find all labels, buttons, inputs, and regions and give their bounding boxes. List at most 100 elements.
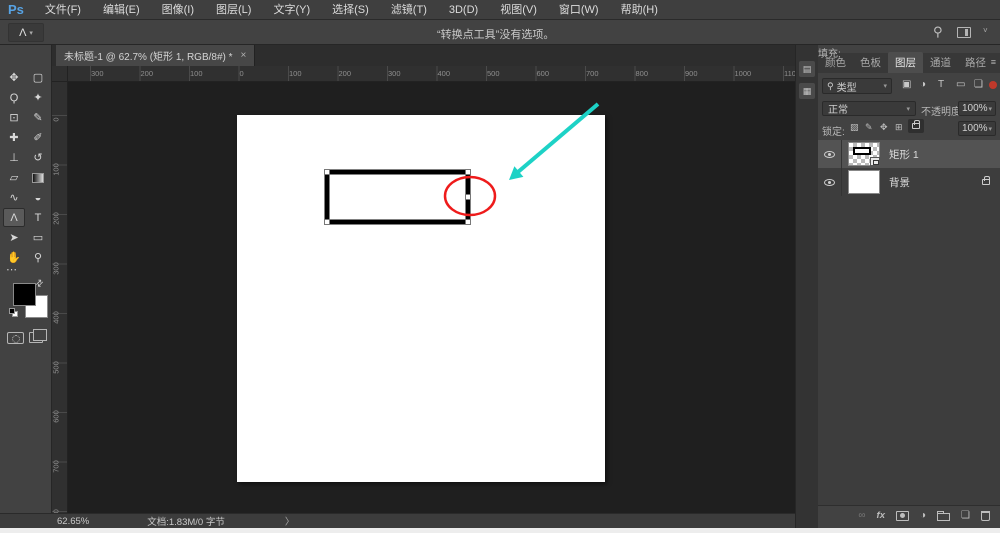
lock-pixels-icon[interactable]: ✎ (865, 122, 873, 133)
menu-item-8[interactable]: 视图(V) (489, 4, 548, 16)
document-tab-strip: 未标题-1 @ 62.7% (矩形 1, RGB/8#) * × (52, 45, 795, 66)
menu-item-5[interactable]: 选择(S) (321, 4, 380, 16)
link-layers-icon[interactable]: ∞ (858, 510, 865, 521)
rectangular-marquee-tool-icon: ▢ (32, 72, 44, 84)
layer-visibility-cell[interactable] (818, 140, 842, 168)
panel-menu-icon[interactable]: ≡ (991, 57, 996, 67)
eye-icon (824, 178, 835, 186)
filter-shape-layers-icon[interactable]: ▭ (956, 79, 965, 90)
h-ruler-label: 800 (635, 69, 649, 78)
rectangle-shape-tool-icon: ▭ (32, 232, 44, 244)
workspace-switcher-icon[interactable] (957, 27, 971, 38)
menu-item-3[interactable]: 图层(L) (205, 4, 262, 16)
history-brush-tool[interactable]: ↺ (27, 148, 49, 167)
delete-layer-icon[interactable] (981, 510, 990, 521)
photoshop-logo: Ps (8, 2, 24, 17)
screen-mode-button[interactable] (29, 329, 47, 343)
filter-smart-objects-icon[interactable]: ❏ (974, 79, 983, 90)
layer-row-背景[interactable]: 背景 (818, 168, 1000, 196)
move-tool[interactable]: ✥ (3, 68, 25, 87)
eyedropper-tool[interactable]: ✎ (27, 108, 49, 127)
filter-adjustment-layers-icon[interactable]: ◑ (920, 79, 926, 90)
layer-row-矩形 1[interactable]: 矩形 1 (818, 140, 1000, 168)
edit-toolbar-ellipsis[interactable]: ⋯ (6, 263, 18, 276)
smudge-tool[interactable]: ∿ (3, 188, 25, 207)
quick-mask-button[interactable] (7, 332, 24, 344)
lasso-tool[interactable]: Ϙ (3, 88, 25, 107)
layers-panel-footer: ∞ fx ◑ ❏ (818, 505, 1000, 525)
path-selection-tool[interactable]: ➤ (3, 228, 25, 247)
crop-tool[interactable]: ⊡ (3, 108, 25, 127)
zoom-tool[interactable]: ⚲ (27, 248, 49, 267)
filter-type-layers-icon[interactable]: T (938, 79, 944, 90)
fill-value-select[interactable]: 100% ▾ (958, 121, 996, 136)
menu-item-9[interactable]: 窗口(W) (548, 4, 610, 16)
layer-visibility-cell[interactable] (818, 168, 842, 196)
panel-tab-路径[interactable]: 路径 (958, 52, 993, 73)
search-icon: ⚲ (827, 80, 834, 91)
v-ruler-label: 400 (52, 311, 61, 324)
menu-item-4[interactable]: 文字(Y) (262, 4, 321, 16)
document-canvas[interactable] (237, 115, 605, 482)
layer-thumbnail[interactable] (848, 142, 880, 166)
canvas-area[interactable]: 300 200 100 0 100 200 300 400 500 600 700 800 900 100… (52, 66, 795, 513)
layer-thumbnail[interactable] (848, 170, 880, 194)
new-layer-icon[interactable]: ❏ (961, 510, 970, 521)
close-icon[interactable]: × (241, 50, 247, 61)
move-tool-icon: ✥ (9, 72, 19, 84)
quick-selection-tool[interactable]: ✦ (27, 88, 49, 107)
v-ruler-label: 0 (52, 117, 61, 122)
default-colors-icon[interactable] (9, 308, 19, 318)
document-tab[interactable]: 未标题-1 @ 62.7% (矩形 1, RGB/8#) * × (56, 45, 256, 66)
rectangle-shape-tool[interactable]: ▭ (27, 228, 49, 247)
rectangular-marquee-tool[interactable]: ▢ (27, 68, 49, 87)
chevron-down-icon[interactable]: ˅ (983, 26, 988, 35)
lock-all-button[interactable] (908, 119, 924, 133)
convert-point-tool[interactable]: Λ (3, 208, 25, 227)
gradient-tool[interactable] (27, 168, 49, 187)
lock-artboard-icon[interactable]: ⊞ (895, 122, 903, 133)
dock-panel-icon-1[interactable]: ▤ (799, 61, 815, 77)
dodge-tool[interactable]: ◒ (27, 188, 49, 207)
healing-brush-tool-icon: ✚ (9, 132, 19, 144)
layer-filter-type-select[interactable]: ⚲ 类型 ▾ (822, 78, 892, 94)
panel-tab-图层[interactable]: 图层 (888, 52, 923, 73)
clone-stamp-tool[interactable]: ⊥ (3, 148, 25, 167)
blend-mode-select[interactable]: 正常 ▾ (822, 101, 916, 116)
panel-tab-色板[interactable]: 色板 (853, 52, 888, 73)
clone-stamp-tool-icon: ⊥ (9, 152, 19, 164)
lock-position-icon[interactable]: ✥ (880, 122, 888, 133)
add-layer-mask-icon[interactable] (895, 510, 909, 521)
horizontal-ruler: 300 200 100 0 100 200 300 400 500 600 700 800 900 100… (68, 66, 795, 82)
menu-item-7[interactable]: 3D(D) (438, 4, 489, 16)
tool-options-message: “转换点工具”没有选项。 (437, 29, 555, 41)
new-group-icon[interactable] (937, 511, 951, 521)
menu-item-2[interactable]: 图像(I) (151, 4, 205, 16)
eraser-tool[interactable]: ▱ (3, 168, 25, 187)
layer-filter-toggle[interactable] (989, 81, 997, 89)
h-ruler-label: 100 (190, 69, 203, 78)
path-selection-tool-icon: ➤ (9, 232, 19, 244)
current-tool-button[interactable]: Λ ▾ (8, 23, 44, 42)
adjustment-layer-icon[interactable]: ◑ (920, 510, 926, 521)
panel-tab-通道[interactable]: 通道 (923, 52, 958, 73)
eyedropper-tool-icon: ✎ (33, 112, 43, 124)
lock-transparent-icon[interactable]: ▨ (850, 122, 859, 133)
filter-pixel-layers-icon[interactable]: ▣ (902, 79, 911, 90)
type-tool[interactable]: T (27, 208, 49, 227)
menu-item-6[interactable]: 滤镜(T) (380, 4, 438, 16)
search-icon[interactable]: ⚲ (933, 24, 943, 40)
menu-item-0[interactable]: 文件(F) (34, 4, 92, 16)
dock-panel-icon-2[interactable]: ▦ (799, 83, 815, 99)
opacity-value-select[interactable]: 100% ▾ (958, 101, 996, 116)
layer-style-fx-icon[interactable]: fx (877, 510, 885, 521)
foreground-color-swatch[interactable] (13, 283, 36, 306)
status-chevron-icon[interactable]: 〉 (285, 514, 295, 528)
status-zoom-level[interactable]: 62.65% (57, 516, 89, 527)
menu-item-10[interactable]: 帮助(H) (610, 4, 669, 16)
menu-item-1[interactable]: 编辑(E) (92, 4, 151, 16)
layers-panel-group: 颜色 色板 图层 通道 路径 ≡ ⚲ 类型 ▾ ▣ ◑ T ▭ ❏ 正常 ▾ 不透明度: 100… (818, 45, 1000, 528)
dodge-tool-icon: ◒ (34, 191, 42, 204)
brush-tool[interactable]: ✐ (27, 128, 49, 147)
healing-brush-tool[interactable]: ✚ (3, 128, 25, 147)
